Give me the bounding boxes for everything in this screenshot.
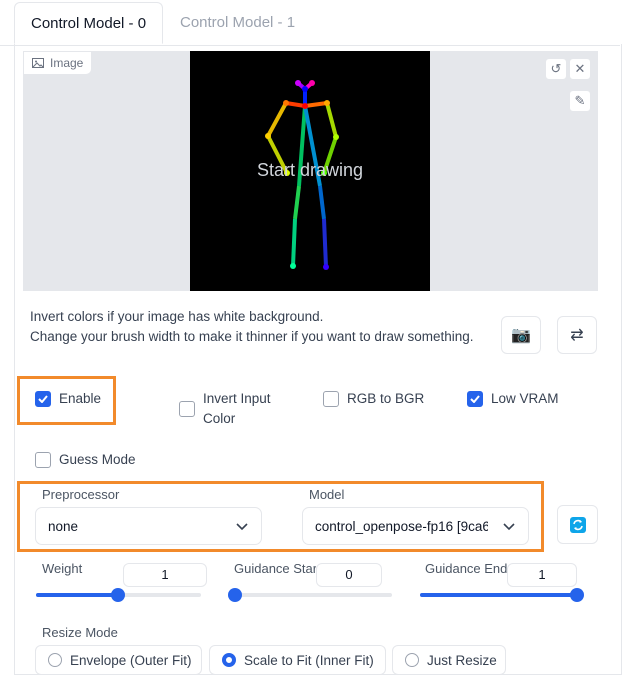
tab-control-model-0[interactable]: Control Model - 0 <box>14 2 164 44</box>
guidance-end-slider-thumb[interactable] <box>570 588 584 602</box>
rgb-to-bgr-checkbox[interactable] <box>323 391 339 407</box>
invert-input-color-label-2: Color <box>203 411 236 426</box>
check-icon <box>38 395 48 403</box>
brush-button[interactable]: ✎ <box>569 90 591 112</box>
guidance-start-slider-track[interactable] <box>229 593 392 597</box>
guidance-end-slider-track[interactable] <box>420 593 583 597</box>
chevron-down-icon <box>503 523 515 531</box>
guess-mode-checkbox[interactable] <box>35 452 51 468</box>
close-icon: ✕ <box>574 61 586 76</box>
resize-option-label: Scale to Fit (Inner Fit) <box>244 652 374 668</box>
invert-input-color-checkbox[interactable] <box>179 401 195 417</box>
brush-icon: ✎ <box>574 93 586 108</box>
enable-label: Enable <box>59 391 102 406</box>
weight-slider-thumb[interactable] <box>111 588 125 602</box>
model-select[interactable]: control_openpose-fp16 [9ca67cc5] <box>302 507 529 545</box>
info-line-2: Change your brush width to make it thinn… <box>30 329 474 344</box>
guess-mode-label: Guess Mode <box>59 452 136 467</box>
radio-icon <box>405 653 419 667</box>
preprocessor-label: Preprocessor <box>42 487 120 502</box>
guidance-start-slider-thumb[interactable] <box>228 588 242 602</box>
resize-option-just-resize[interactable]: Just Resize <box>392 645 506 675</box>
enable-checkbox[interactable] <box>35 391 51 407</box>
guidance-end-slider-fill <box>420 593 583 597</box>
model-value: control_openpose-fp16 [9ca67cc5] <box>315 518 488 534</box>
low-vram-label: Low VRAM <box>491 391 559 406</box>
refresh-models-button[interactable] <box>557 505 598 544</box>
rgb-to-bgr-label: RGB to BGR <box>347 391 425 406</box>
preprocessor-value: none <box>48 518 79 534</box>
camera-icon: 📷 <box>511 327 531 344</box>
weight-input[interactable]: 1 <box>123 563 207 587</box>
radio-selected-icon <box>222 653 236 667</box>
weight-label: Weight <box>42 561 83 576</box>
guidance-start-input[interactable]: 0 <box>316 563 382 587</box>
refresh-icon <box>569 516 586 533</box>
guidance-end-label: Guidance End <box>425 561 508 576</box>
clear-button[interactable]: ✕ <box>569 58 591 80</box>
model-label: Model <box>309 487 345 502</box>
undo-button[interactable]: ↺ <box>545 58 567 80</box>
swap-arrows-icon: ⇄ <box>570 327 584 344</box>
resize-option-label: Just Resize <box>427 652 497 668</box>
chevron-down-icon <box>236 523 248 531</box>
image-icon <box>32 58 44 68</box>
image-label: Image <box>23 51 93 75</box>
undo-icon: ↺ <box>550 61 562 76</box>
resize-option-label: Envelope (Outer Fit) <box>70 652 192 668</box>
radio-icon <box>48 653 62 667</box>
preprocessor-select[interactable]: none <box>35 507 262 545</box>
guidance-start-label: Guidance Start <box>234 561 316 576</box>
check-icon <box>470 395 480 403</box>
swap-button[interactable]: ⇄ <box>557 316 597 354</box>
start-drawing-text: Start drawing <box>256 160 364 180</box>
tab-control-model-1[interactable]: Control Model - 1 <box>164 2 311 44</box>
resize-mode-label: Resize Mode <box>42 625 118 640</box>
low-vram-checkbox[interactable] <box>467 391 483 407</box>
image-label-text: Image <box>50 56 84 70</box>
resize-option-scale-to-fit[interactable]: Scale to Fit (Inner Fit) <box>209 645 386 675</box>
info-line-1: Invert colors if your image has white ba… <box>30 309 324 324</box>
invert-input-color-label-1: Invert Input <box>203 391 271 406</box>
camera-button[interactable]: 📷 <box>501 316 541 354</box>
weight-slider-fill <box>36 593 119 597</box>
guidance-end-input[interactable]: 1 <box>507 563 577 587</box>
resize-option-envelope[interactable]: Envelope (Outer Fit) <box>35 645 202 675</box>
